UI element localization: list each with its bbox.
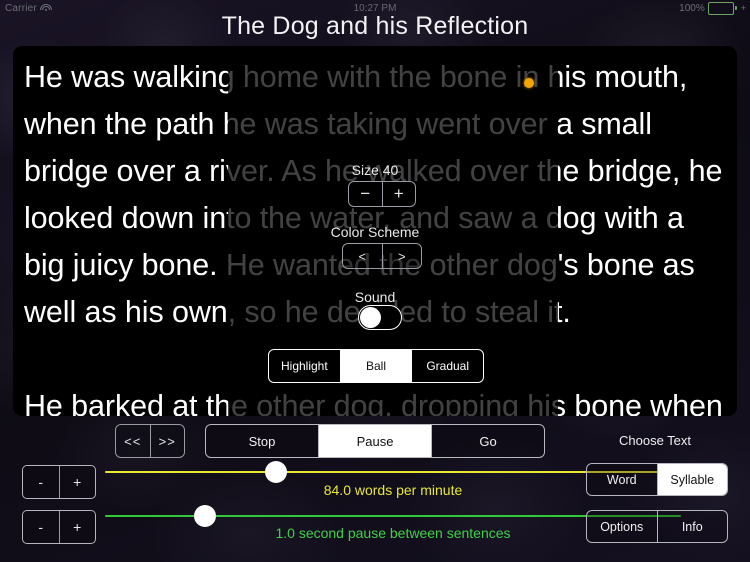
pause-gap-slider-knob[interactable] bbox=[194, 505, 216, 527]
reading-ball-marker bbox=[524, 78, 534, 88]
size-decrement-button[interactable]: − bbox=[349, 182, 382, 206]
status-bar: Carrier 10:27 PM 100% + bbox=[0, 0, 750, 16]
pause-gap-decrement-button[interactable]: - bbox=[23, 511, 59, 543]
unit-segmented-control[interactable]: Word Syllable bbox=[586, 463, 728, 496]
previous-sentence-button[interactable]: << bbox=[116, 425, 150, 457]
battery-icon bbox=[707, 1, 737, 15]
mode-option-ball[interactable]: Ball bbox=[339, 350, 412, 382]
wpm-decrement-button[interactable]: - bbox=[23, 466, 59, 498]
pause-gap-increment-button[interactable]: + bbox=[58, 511, 95, 543]
info-button[interactable]: Info bbox=[656, 511, 727, 542]
mode-option-highlight[interactable]: Highlight bbox=[269, 350, 340, 382]
sound-label: Sound bbox=[354, 289, 396, 305]
mode-option-gradual[interactable]: Gradual bbox=[411, 350, 483, 382]
aux-segmented-control[interactable]: Options Info bbox=[586, 510, 728, 543]
transport-stop-button[interactable]: Stop bbox=[206, 425, 318, 457]
unit-option-syllable[interactable]: Syllable bbox=[656, 464, 727, 495]
wpm-slider-knob[interactable] bbox=[265, 461, 287, 483]
transport-segmented-control[interactable]: Stop Pause Go bbox=[205, 424, 545, 458]
sound-toggle[interactable] bbox=[358, 305, 402, 330]
page-title: The Dog and his Reflection bbox=[221, 12, 529, 40]
size-stepper[interactable]: − + bbox=[348, 181, 416, 207]
size-increment-button[interactable]: + bbox=[381, 182, 415, 206]
status-bar-clock: 10:27 PM bbox=[353, 2, 397, 14]
highlight-mode-segmented-control[interactable]: Highlight Ball Gradual bbox=[268, 349, 484, 383]
size-label: Size 40 bbox=[351, 162, 399, 178]
battery-percent-label: 100% bbox=[679, 2, 705, 14]
sound-toggle-knob bbox=[360, 307, 381, 328]
app-root: Carrier 10:27 PM 100% + The Dog and his … bbox=[0, 0, 750, 562]
battery-charging-plus: + bbox=[740, 3, 746, 13]
next-sentence-button[interactable]: >> bbox=[149, 425, 184, 457]
status-bar-right: 100% + bbox=[679, 1, 746, 15]
wpm-stepper[interactable]: - + bbox=[22, 465, 96, 499]
navigation-stepper[interactable]: << >> bbox=[115, 424, 185, 458]
color-scheme-label: Color Scheme bbox=[330, 224, 420, 240]
color-scheme-prev-button[interactable]: < bbox=[343, 244, 382, 268]
choose-text-label: Choose Text bbox=[618, 433, 692, 448]
transport-go-button[interactable]: Go bbox=[431, 425, 544, 457]
transport-pause-button[interactable]: Pause bbox=[318, 425, 431, 457]
wpm-increment-button[interactable]: + bbox=[58, 466, 95, 498]
options-button[interactable]: Options bbox=[587, 511, 657, 542]
color-scheme-stepper[interactable]: < > bbox=[342, 243, 422, 269]
color-scheme-next-button[interactable]: > bbox=[381, 244, 421, 268]
unit-option-word[interactable]: Word bbox=[587, 464, 657, 495]
pause-gap-stepper[interactable]: - + bbox=[22, 510, 96, 544]
